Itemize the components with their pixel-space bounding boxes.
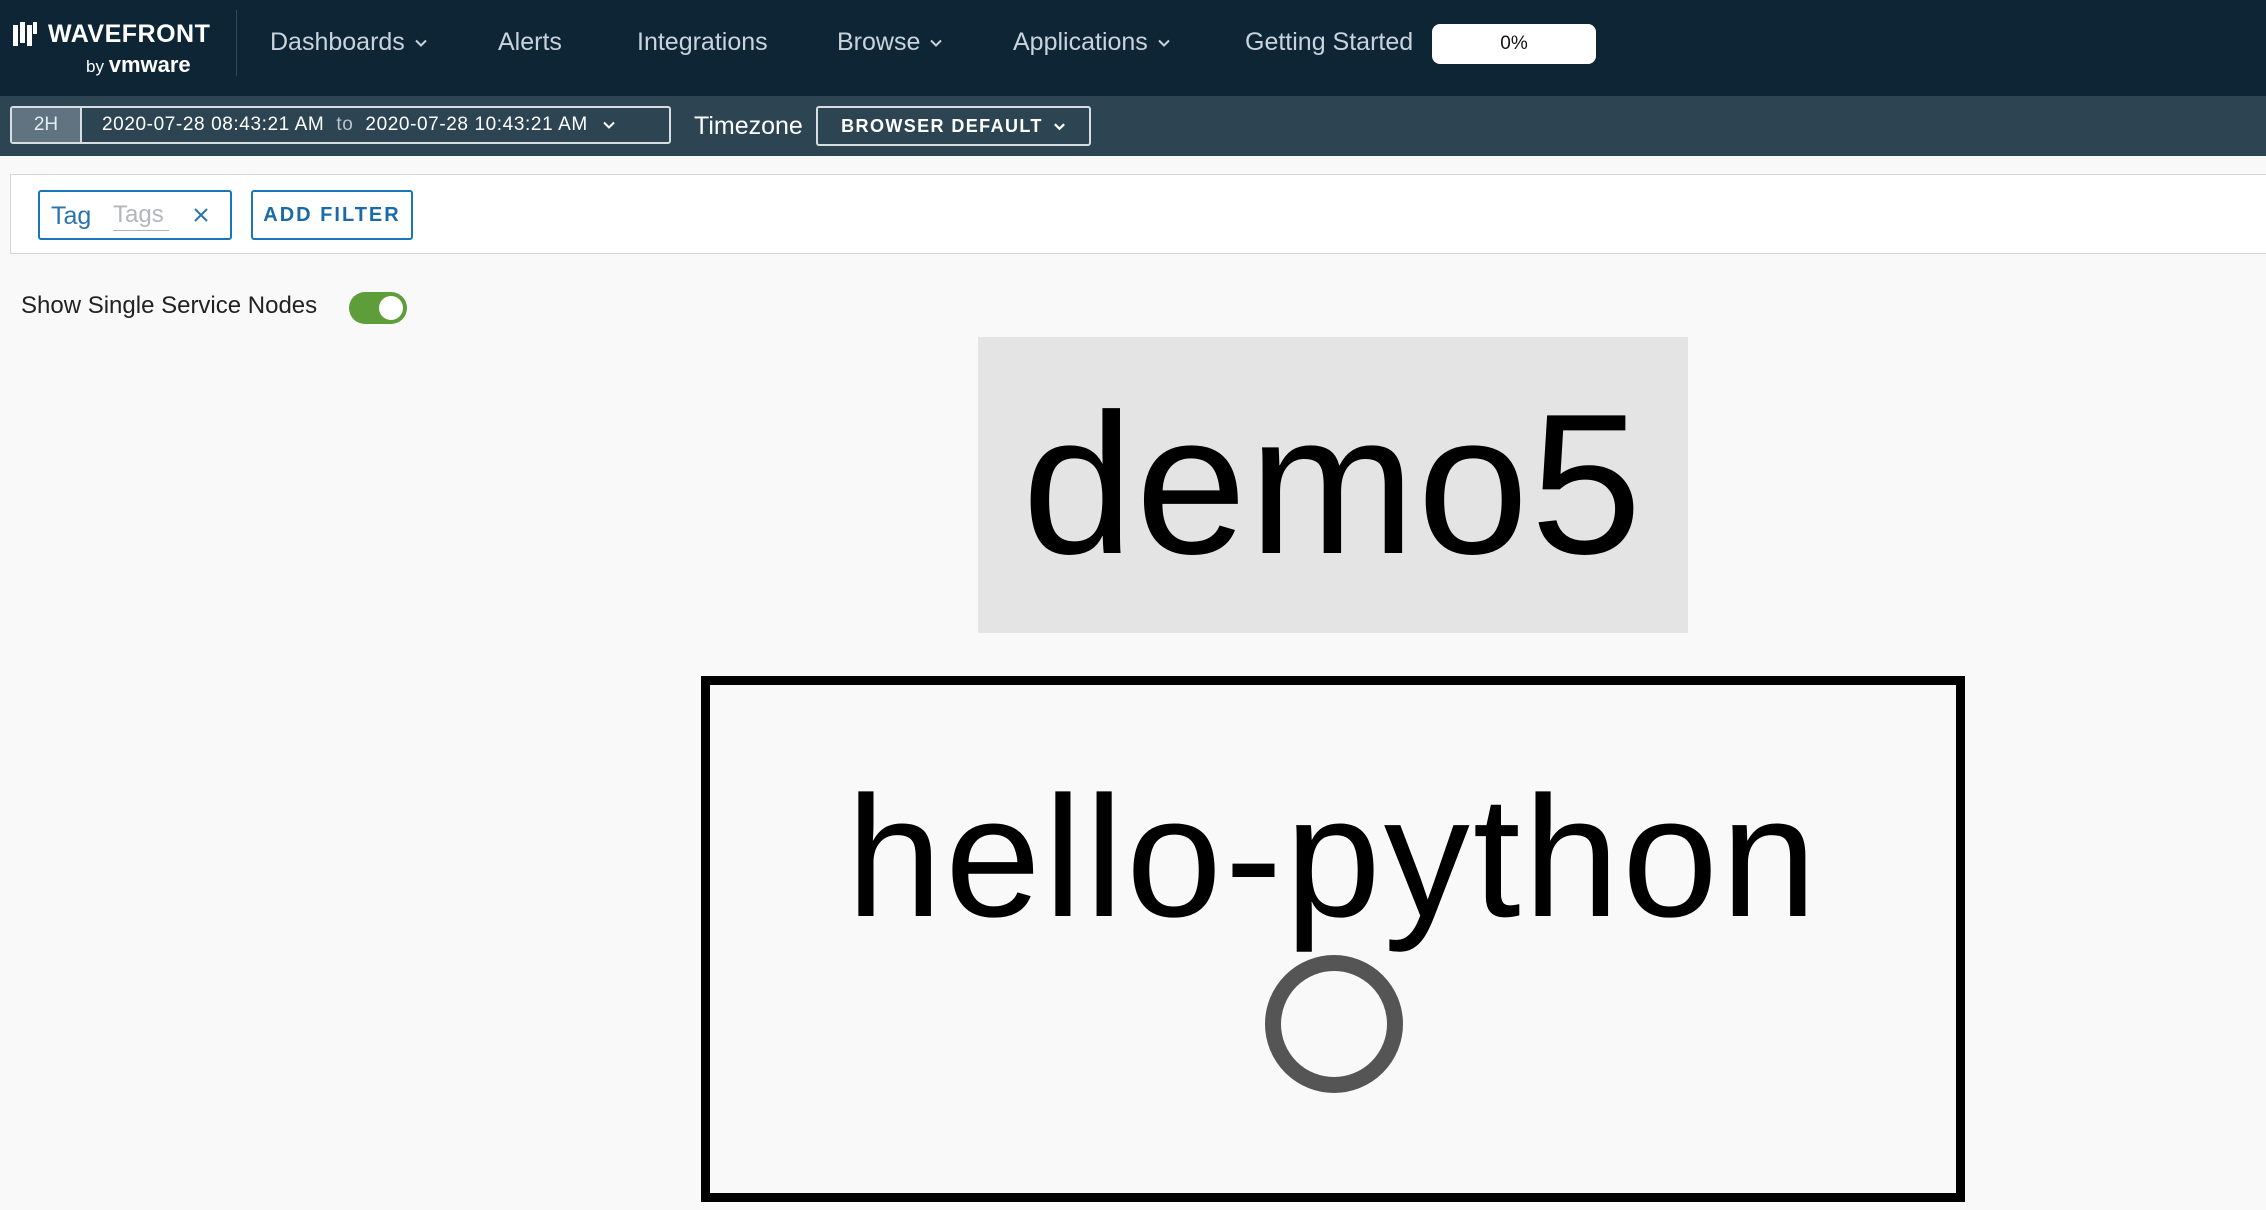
wavefront-logo[interactable]: WAVEFRONT by vmware [12,20,210,78]
chevron-down-icon [1158,39,1170,47]
service-status-circle-icon[interactable] [1264,954,1404,1094]
tag-filter-input[interactable] [113,200,169,231]
range-to: to [336,114,354,135]
chevron-down-icon [603,121,615,129]
nav-alerts[interactable]: Alerts [498,28,562,57]
application-node-demo5[interactable]: demo5 [978,337,1688,633]
range-text[interactable]: 2020-07-28 08:43:21 AM to 2020-07-28 10:… [102,114,616,136]
service-node-label: hello-python [846,761,1820,953]
close-icon[interactable] [192,206,210,224]
add-filter-button[interactable]: ADD FILTER [251,190,413,240]
time-range-bar: 2H 2020-07-28 08:43:21 AM to 2020-07-28 … [0,96,2266,156]
range-preset-button[interactable]: 2H [12,108,82,142]
time-range-picker[interactable]: 2H 2020-07-28 08:43:21 AM to 2020-07-28 … [10,106,671,144]
application-node-label: demo5 [1022,373,1644,596]
nav-applications[interactable]: Applications [1013,28,1171,57]
timezone-label: Timezone [694,112,803,140]
nav-alerts-label: Alerts [498,28,562,56]
brand-by-vendor: by vmware [86,52,191,78]
filter-bar: Tag ADD FILTER [10,174,2266,254]
nav-dashboards-label: Dashboards [270,28,405,56]
wavefront-logo-icon [13,22,37,46]
chevron-down-icon [1053,122,1065,130]
brand-by: by [86,57,104,76]
tag-filter: Tag [38,190,232,240]
timezone-select[interactable]: BROWSER DEFAULT [816,106,1091,146]
nav-integrations-label: Integrations [637,28,768,56]
getting-started-progress[interactable]: 0% [1432,24,1596,64]
brand-vendor: vmware [108,52,191,77]
range-start: 2020-07-28 08:43:21 AM [102,114,325,135]
nav-browse[interactable]: Browse [837,28,943,57]
nav-browse-label: Browse [837,28,921,56]
nav-getting-started-label: Getting Started [1245,28,1414,56]
nav-applications-label: Applications [1013,28,1148,56]
nav-getting-started[interactable]: Getting Started [1245,28,1413,57]
toggle-knob [379,296,403,320]
nav-divider [236,10,237,76]
single-service-nodes-label: Show Single Service Nodes [21,292,318,319]
top-nav: WAVEFRONT by vmware Dashboards Alerts In… [0,0,2266,96]
range-end: 2020-07-28 10:43:21 AM [365,114,588,135]
chevron-down-icon [415,39,427,47]
nav-integrations[interactable]: Integrations [637,28,768,57]
service-node-hello-python[interactable]: hello-python [701,676,1965,1202]
timezone-value: BROWSER DEFAULT [841,115,1043,136]
chevron-down-icon [930,39,943,47]
brand-name: WAVEFRONT [48,20,211,48]
nav-dashboards[interactable]: Dashboards [270,28,428,57]
tag-filter-label: Tag [51,202,92,230]
single-service-nodes-toggle[interactable] [349,292,407,324]
